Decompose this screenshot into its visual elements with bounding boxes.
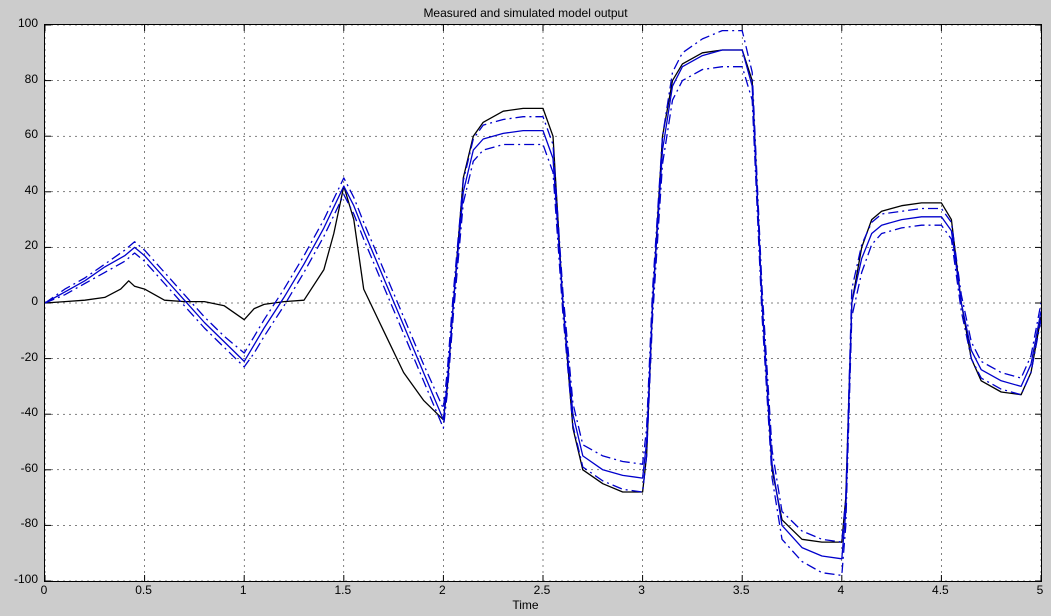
y-tick-label: -80 [0, 516, 38, 530]
y-tick-label: -40 [0, 405, 38, 419]
x-tick-label: 2 [422, 583, 462, 597]
y-tick-label: 40 [0, 183, 38, 197]
chart-title: Measured and simulated model output [0, 6, 1051, 20]
x-tick-label: 1 [223, 583, 263, 597]
y-tick-label: 80 [0, 72, 38, 86]
x-tick-label: 1.5 [323, 583, 363, 597]
y-tick-label: 60 [0, 127, 38, 141]
figure-window: Measured and simulated model output -100… [0, 0, 1051, 616]
x-axis-label: Time [0, 598, 1051, 612]
x-tick-label: 5 [1020, 583, 1051, 597]
x-tick-label: 0 [24, 583, 64, 597]
x-tick-label: 4.5 [920, 583, 960, 597]
y-tick-label: 0 [0, 294, 38, 308]
y-tick-label: -20 [0, 350, 38, 364]
y-tick-label: 100 [0, 16, 38, 30]
x-tick-label: 4 [821, 583, 861, 597]
y-tick-label: -60 [0, 461, 38, 475]
x-tick-label: 2.5 [522, 583, 562, 597]
x-tick-label: 3.5 [721, 583, 761, 597]
chart-canvas [45, 25, 1041, 581]
x-tick-label: 3 [622, 583, 662, 597]
y-tick-label: 20 [0, 238, 38, 252]
x-tick-label: 0.5 [124, 583, 164, 597]
plot-area[interactable] [44, 24, 1042, 582]
